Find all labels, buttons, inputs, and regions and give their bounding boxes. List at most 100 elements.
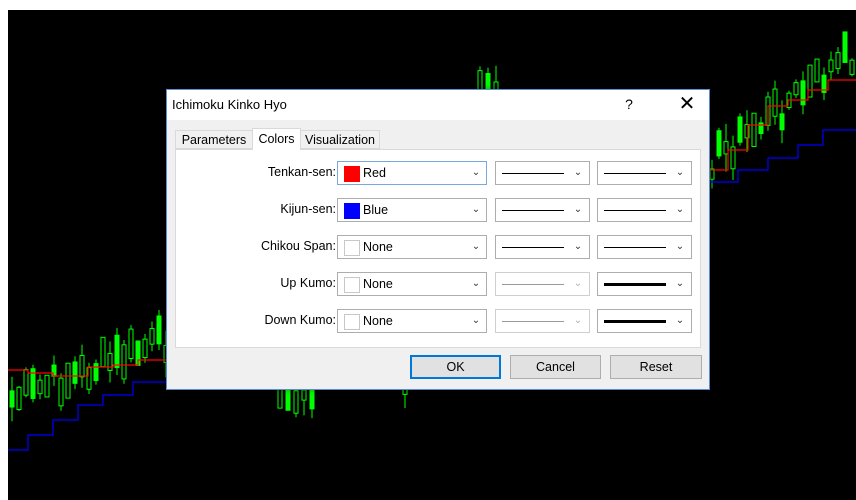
candle-body xyxy=(114,334,120,369)
candle-body xyxy=(485,73,491,91)
line-width-select-chikou-span[interactable]: ⌄ xyxy=(597,235,692,259)
candle-body xyxy=(44,374,50,398)
line-width-select-up-kumo[interactable]: ⌄ xyxy=(597,272,692,296)
color-select-tenkan-sen[interactable]: Red ⌄ xyxy=(337,161,487,185)
line-width-sample xyxy=(604,247,666,248)
dialog-title-bar[interactable]: Ichimoku Kinko Hyo ? ✕ xyxy=(167,90,709,120)
color-select-chikou-span[interactable]: None ⌄ xyxy=(337,235,487,259)
dialog-title: Ichimoku Kinko Hyo xyxy=(172,97,287,112)
line-style-sample xyxy=(502,247,564,248)
candle-body xyxy=(849,59,855,75)
line-style-sample xyxy=(502,210,564,211)
candle-body xyxy=(142,338,148,359)
candle-body xyxy=(309,386,315,410)
chevron-down-icon: ⌄ xyxy=(471,167,481,178)
candle-body xyxy=(293,390,299,414)
tab-visualization[interactable]: Visualization xyxy=(300,130,380,149)
chevron-down-icon: ⌄ xyxy=(471,204,481,215)
line-style-select-down-kumo: ⌄ xyxy=(495,309,590,333)
candle-body xyxy=(149,328,155,345)
candle-body xyxy=(800,80,806,106)
line-style-sample xyxy=(502,321,564,322)
tab-colors[interactable]: Colors xyxy=(252,128,301,150)
color-swatch xyxy=(344,166,360,182)
candle-body xyxy=(716,130,722,157)
color-swatch xyxy=(344,240,360,256)
chevron-down-icon: ⌄ xyxy=(675,278,685,289)
candle-body xyxy=(772,88,778,117)
cancel-button[interactable]: Cancel xyxy=(510,355,601,379)
line-width-select-tenkan-sen[interactable]: ⌄ xyxy=(597,161,692,185)
candle-body xyxy=(285,389,291,411)
row-down-kumo: Down Kumo: None ⌄ ⌄ ⌄ xyxy=(176,309,700,333)
color-name: Blue xyxy=(363,203,389,217)
candle-body xyxy=(107,352,113,371)
chevron-down-icon: ⌄ xyxy=(675,241,685,252)
chevron-down-icon: ⌄ xyxy=(471,278,481,289)
chevron-down-icon: ⌄ xyxy=(471,241,481,252)
line-width-select-kijun-sen[interactable]: ⌄ xyxy=(597,198,692,222)
candle-body xyxy=(793,82,799,96)
color-select-down-kumo[interactable]: None ⌄ xyxy=(337,309,487,333)
candle-body xyxy=(72,361,78,384)
close-button[interactable]: ✕ xyxy=(667,91,707,117)
reset-button[interactable]: Reset xyxy=(610,355,702,379)
color-name: None xyxy=(363,314,393,328)
color-swatch xyxy=(344,314,360,330)
help-button[interactable]: ? xyxy=(618,93,640,115)
candle-body xyxy=(37,379,43,395)
candle-body xyxy=(65,362,71,399)
line-width-sample xyxy=(604,210,666,211)
candle-body xyxy=(737,116,743,143)
row-label: Chikou Span: xyxy=(260,239,336,253)
chevron-down-icon: ⌄ xyxy=(675,204,685,215)
line-width-sample xyxy=(604,283,666,286)
colors-panel: Tenkan-sen: Red ⌄ ⌄ ⌄ Kijun-sen: Blue ⌄ xyxy=(175,149,701,348)
line-width-sample xyxy=(604,320,666,323)
row-label: Up Kumo: xyxy=(280,276,336,290)
candle-body xyxy=(156,315,162,345)
candle-body xyxy=(828,59,834,73)
row-label: Down Kumo: xyxy=(264,313,336,327)
line-style-select-kijun-sen[interactable]: ⌄ xyxy=(495,198,590,222)
chevron-down-icon: ⌄ xyxy=(573,167,583,178)
ichimoku-settings-dialog: Ichimoku Kinko Hyo ? ✕ Parameters Colors… xyxy=(166,89,710,390)
candle-body xyxy=(93,363,99,381)
candle-body xyxy=(835,52,841,70)
line-width-sample xyxy=(604,173,666,174)
chevron-down-icon: ⌄ xyxy=(471,315,481,326)
candle-body xyxy=(100,336,106,368)
row-chikou-span: Chikou Span: None ⌄ ⌄ ⌄ xyxy=(176,235,700,259)
line-style-sample xyxy=(502,284,564,285)
candle-body xyxy=(301,389,307,401)
chevron-down-icon: ⌄ xyxy=(573,241,583,252)
line-style-select-chikou-span[interactable]: ⌄ xyxy=(495,235,590,259)
chevron-down-icon: ⌄ xyxy=(573,315,583,326)
row-label: Tenkan-sen: xyxy=(267,165,336,179)
candle-body xyxy=(779,113,785,131)
candle-body xyxy=(121,344,127,380)
candle-body xyxy=(58,377,64,407)
line-style-sample xyxy=(502,173,564,174)
row-tenkan-sen: Tenkan-sen: Red ⌄ ⌄ ⌄ xyxy=(176,161,700,185)
line-width-select-down-kumo[interactable]: ⌄ xyxy=(597,309,692,333)
candle-body xyxy=(128,328,134,360)
color-select-kijun-sen[interactable]: Blue ⌄ xyxy=(337,198,487,222)
candle-body xyxy=(842,31,848,63)
color-name: None xyxy=(363,240,393,254)
tab-parameters[interactable]: Parameters xyxy=(175,130,253,149)
color-name: None xyxy=(363,277,393,291)
candle-body xyxy=(814,58,820,83)
candle-body xyxy=(79,354,85,378)
color-select-up-kumo[interactable]: None ⌄ xyxy=(337,272,487,296)
row-kijun-sen: Kijun-sen: Blue ⌄ ⌄ ⌄ xyxy=(176,198,700,222)
ok-button[interactable]: OK xyxy=(410,355,501,379)
row-up-kumo: Up Kumo: None ⌄ ⌄ ⌄ xyxy=(176,272,700,296)
chevron-down-icon: ⌄ xyxy=(675,315,685,326)
candle-body xyxy=(9,390,15,408)
candle-body xyxy=(751,112,757,148)
chevron-down-icon: ⌄ xyxy=(573,204,583,215)
color-swatch xyxy=(344,203,360,219)
line-style-select-tenkan-sen[interactable]: ⌄ xyxy=(495,161,590,185)
row-label: Kijun-sen: xyxy=(280,202,336,216)
